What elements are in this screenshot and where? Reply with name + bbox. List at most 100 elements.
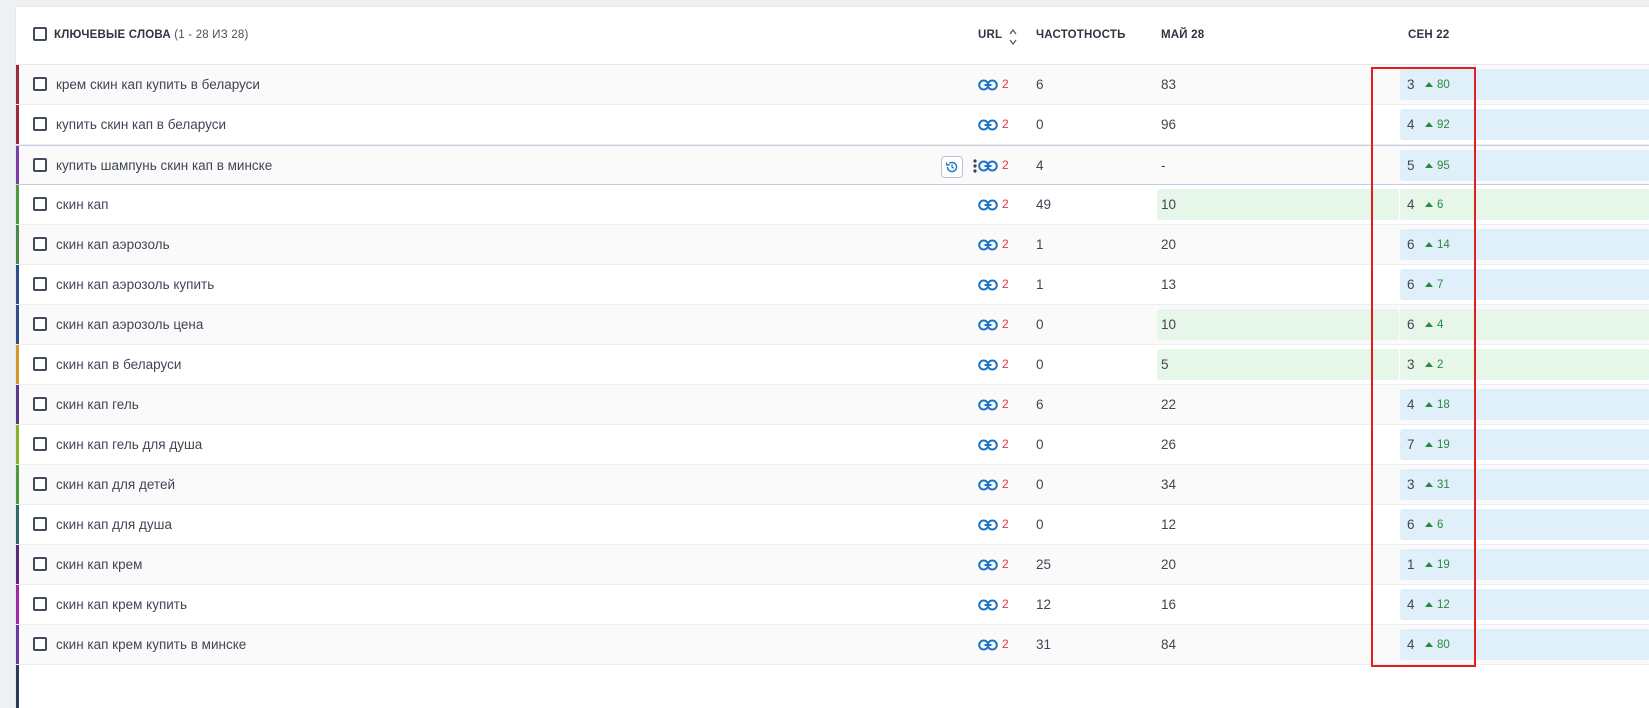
- may-position: 12: [1161, 517, 1177, 532]
- frequency-value: 0: [1036, 357, 1044, 372]
- frequency-value: 31: [1036, 637, 1052, 652]
- row-checkbox[interactable]: [33, 557, 47, 571]
- row-checkbox[interactable]: [33, 397, 47, 411]
- link-count[interactable]: 2: [1002, 357, 1009, 371]
- row-checkbox[interactable]: [33, 277, 47, 291]
- link-count[interactable]: 2: [1002, 317, 1009, 331]
- table-row-partial: [16, 665, 1649, 708]
- keyword-text[interactable]: скин кап гель: [56, 397, 139, 412]
- link-count[interactable]: 2: [1002, 597, 1009, 611]
- keyword-text[interactable]: купить шампунь скин кап в минске: [56, 158, 272, 173]
- may-position: -: [1161, 158, 1166, 173]
- link-count[interactable]: 2: [1002, 117, 1009, 131]
- keyword-text[interactable]: скин кап аэрозоль: [56, 237, 170, 252]
- row-checkbox[interactable]: [33, 117, 47, 131]
- row-checkbox[interactable]: [33, 197, 47, 211]
- row-color-bar: [16, 305, 19, 344]
- may-position: 10: [1161, 197, 1177, 212]
- keyword-text[interactable]: скин кап крем: [56, 557, 142, 572]
- frequency-value: 6: [1036, 397, 1044, 412]
- row-checkbox[interactable]: [33, 437, 47, 451]
- link-icon[interactable]: [978, 237, 998, 253]
- row-checkbox[interactable]: [33, 517, 47, 531]
- keyword-text[interactable]: скин кап крем купить: [56, 597, 187, 612]
- link-icon[interactable]: [978, 397, 998, 413]
- sort-icon[interactable]: [1008, 28, 1018, 46]
- row-checkbox[interactable]: [33, 77, 47, 91]
- may-position: 83: [1161, 77, 1177, 92]
- link-icon[interactable]: [978, 277, 998, 293]
- row-checkbox[interactable]: [33, 597, 47, 611]
- row-color-bar: [16, 585, 19, 624]
- may-column-header[interactable]: МАЙ 28: [1161, 29, 1204, 41]
- frequency-value: 6: [1036, 77, 1044, 92]
- keyword-text[interactable]: скин кап в беларуси: [56, 357, 181, 372]
- frequency-value: 0: [1036, 117, 1044, 132]
- row-checkbox[interactable]: [33, 317, 47, 331]
- may-position: 34: [1161, 477, 1177, 492]
- may-cell-highlight: [1157, 189, 1399, 220]
- link-icon[interactable]: [978, 77, 998, 93]
- link-count[interactable]: 2: [1002, 437, 1009, 451]
- link-icon[interactable]: [978, 517, 998, 533]
- table-header: КЛЮЧЕВЫЕ СЛОВА (1 - 28 ИЗ 28) URL ЧАСТОТ…: [16, 7, 1649, 65]
- link-count[interactable]: 2: [1002, 77, 1009, 91]
- link-icon[interactable]: [978, 117, 998, 133]
- history-button[interactable]: [941, 156, 963, 178]
- history-icon: [945, 161, 958, 173]
- frequency-value: 0: [1036, 437, 1044, 452]
- link-icon[interactable]: [978, 357, 998, 373]
- link-icon[interactable]: [978, 597, 998, 613]
- may-position: 10: [1161, 317, 1177, 332]
- row-checkbox[interactable]: [33, 158, 47, 172]
- link-count[interactable]: 2: [1002, 237, 1009, 251]
- link-icon[interactable]: [978, 158, 998, 174]
- row-color-bar: [16, 425, 19, 464]
- may-position: 96: [1161, 117, 1177, 132]
- link-count[interactable]: 2: [1002, 557, 1009, 571]
- keyword-text[interactable]: купить скин кап в беларуси: [56, 117, 226, 132]
- keyword-text[interactable]: скин кап: [56, 197, 108, 212]
- link-count[interactable]: 2: [1002, 637, 1009, 651]
- frequency-value: 1: [1036, 277, 1044, 292]
- url-column-header[interactable]: URL: [978, 29, 1002, 41]
- link-count[interactable]: 2: [1002, 277, 1009, 291]
- row-color-bar: [16, 545, 19, 584]
- frequency-value: 0: [1036, 477, 1044, 492]
- keyword-text[interactable]: скин кап крем купить в минске: [56, 637, 246, 652]
- link-count[interactable]: 2: [1002, 477, 1009, 491]
- keyword-text[interactable]: скин кап гель для душа: [56, 437, 202, 452]
- link-count[interactable]: 2: [1002, 517, 1009, 531]
- row-color-bar: [16, 385, 19, 424]
- frequency-value: 12: [1036, 597, 1052, 612]
- may-position: 5: [1161, 357, 1169, 372]
- keyword-text[interactable]: скин кап для детей: [56, 477, 175, 492]
- select-all-checkbox[interactable]: [33, 27, 47, 41]
- may-position: 26: [1161, 437, 1177, 452]
- row-checkbox[interactable]: [33, 357, 47, 371]
- keyword-text[interactable]: крем скин кап купить в беларуси: [56, 77, 260, 92]
- link-icon[interactable]: [978, 637, 998, 653]
- keywords-count: (1 - 28 ИЗ 28): [174, 29, 249, 41]
- keyword-text[interactable]: скин кап для душа: [56, 517, 172, 532]
- keyword-text[interactable]: скин кап аэрозоль цена: [56, 317, 203, 332]
- row-checkbox[interactable]: [33, 237, 47, 251]
- keywords-column-header[interactable]: КЛЮЧЕВЫЕ СЛОВА (1 - 28 ИЗ 28): [54, 29, 249, 41]
- row-checkbox[interactable]: [33, 637, 47, 651]
- keyword-text[interactable]: скин кап аэрозоль купить: [56, 277, 214, 292]
- link-count[interactable]: 2: [1002, 158, 1009, 172]
- row-color-bar: [16, 265, 19, 304]
- link-icon[interactable]: [978, 197, 998, 213]
- frequency-value: 49: [1036, 197, 1052, 212]
- frequency-column-header[interactable]: ЧАСТОТНОСТЬ: [1036, 29, 1126, 41]
- row-checkbox[interactable]: [33, 477, 47, 491]
- link-icon[interactable]: [978, 557, 998, 573]
- link-count[interactable]: 2: [1002, 397, 1009, 411]
- row-color-bar: [16, 505, 19, 544]
- may-position: 20: [1161, 557, 1177, 572]
- link-icon[interactable]: [978, 437, 998, 453]
- link-icon[interactable]: [978, 317, 998, 333]
- link-icon[interactable]: [978, 477, 998, 493]
- link-count[interactable]: 2: [1002, 197, 1009, 211]
- sep-column-header[interactable]: СЕН 22: [1408, 29, 1449, 41]
